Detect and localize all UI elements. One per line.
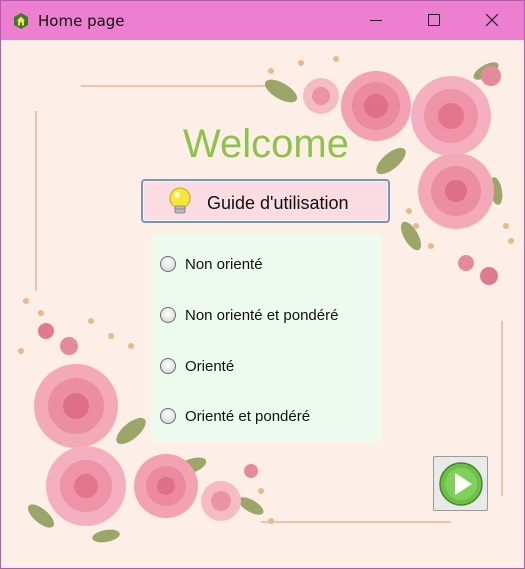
option-label: Orienté xyxy=(185,358,235,375)
minimize-icon xyxy=(370,20,382,21)
play-arrow-icon xyxy=(439,462,483,506)
maximize-button[interactable] xyxy=(405,1,463,40)
frame-line-bottom xyxy=(261,521,451,523)
home-icon xyxy=(14,13,28,29)
home-window: Home page Welcome Guide d'utilisation No… xyxy=(0,0,525,569)
radio-button[interactable] xyxy=(160,256,176,272)
radio-button[interactable] xyxy=(160,408,176,424)
frame-line-left xyxy=(35,111,37,291)
guide-button[interactable]: Guide d'utilisation xyxy=(141,179,390,223)
next-button[interactable] xyxy=(433,456,488,511)
option-label: Non orienté xyxy=(185,256,263,273)
title-bar[interactable]: Home page xyxy=(1,1,524,40)
close-button[interactable] xyxy=(463,1,521,40)
option-label: Orienté et pondéré xyxy=(185,408,311,425)
frame-line-right xyxy=(501,321,503,496)
graph-type-options: Non orienté Non orienté et pondéré Orien… xyxy=(151,234,381,442)
minimize-button[interactable] xyxy=(347,1,405,40)
welcome-heading: Welcome xyxy=(183,122,349,166)
guide-button-label: Guide d'utilisation xyxy=(207,193,349,213)
close-icon xyxy=(485,13,499,27)
radio-button[interactable] xyxy=(160,358,176,374)
radio-button[interactable] xyxy=(160,307,176,323)
option-label: Non orienté et pondéré xyxy=(185,307,339,324)
window-title: Home page xyxy=(38,12,125,30)
maximize-icon xyxy=(428,14,440,26)
lightbulb-icon xyxy=(169,187,191,214)
